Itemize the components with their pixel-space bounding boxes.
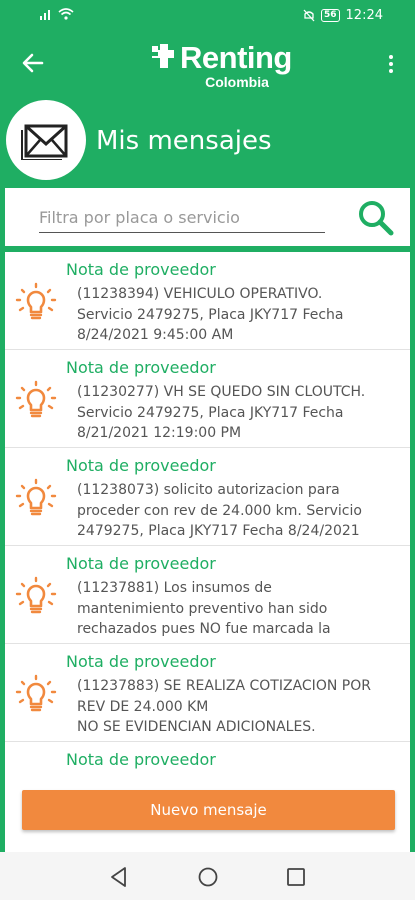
list-item[interactable]: Nota de proveedor (11238073) solicito au…	[5, 448, 410, 546]
lightbulb-icon	[15, 478, 57, 516]
lightbulb-icon	[15, 674, 57, 712]
logo-title: Renting	[180, 40, 292, 75]
status-right: 56 12:24	[303, 8, 383, 23]
renting-logo-mark-icon	[150, 44, 174, 68]
more-vertical-icon	[389, 55, 393, 59]
renting-logo: Renting Colombia	[150, 40, 310, 90]
message-title: Nota de proveedor	[66, 652, 216, 671]
lightbulb-icon	[15, 282, 57, 320]
nav-recents-icon[interactable]	[283, 864, 309, 890]
mute-icon	[303, 9, 315, 22]
message-title: Nota de proveedor	[66, 456, 216, 475]
message-body: (11237883) SE REALIZA COTIZACION POR REV…	[77, 678, 371, 735]
status-bar: 56 12:24	[0, 0, 415, 32]
message-body: (11230277) VH SE QUEDO SIN CLOUTCH. Serv…	[77, 384, 366, 441]
search-icon	[359, 201, 394, 236]
status-time: 12:24	[345, 8, 383, 23]
arrow-left-icon	[22, 53, 44, 73]
status-left	[40, 8, 74, 20]
page-header: Mis mensajes	[0, 94, 415, 186]
app-bar: Renting Colombia	[0, 32, 415, 94]
page-title: Mis mensajes	[96, 126, 272, 156]
message-body: (11237881) Los insumos de mantenimiento …	[77, 580, 331, 637]
system-nav-bar	[0, 852, 415, 900]
new-message-button[interactable]: Nuevo mensaje	[22, 790, 395, 830]
message-title: Nota de proveedor	[66, 554, 216, 573]
messages-list: Nota de proveedor (11238394) VEHICULO OP…	[5, 252, 410, 852]
signal-icon	[40, 10, 50, 20]
search-input[interactable]: Filtra por placa o servicio	[39, 205, 325, 233]
lightbulb-icon	[15, 576, 57, 614]
message-body: (11238073) solicito autorizacion para pr…	[77, 482, 362, 539]
mail-badge	[6, 100, 86, 180]
envelope-icon	[21, 124, 68, 160]
back-button[interactable]	[18, 50, 48, 76]
list-item[interactable]: Nota de proveedor (11237883) SE REALIZA …	[5, 644, 410, 742]
nav-back-icon[interactable]	[106, 864, 132, 890]
message-title: Nota de proveedor	[66, 750, 216, 769]
search-panel: Filtra por placa o servicio	[5, 188, 410, 246]
wifi-icon	[58, 8, 74, 20]
message-body: (11238394) VEHICULO OPERATIVO. Servicio …	[77, 286, 344, 343]
list-item[interactable]: Nota de proveedor (11237881) Los insumos…	[5, 546, 410, 644]
message-title: Nota de proveedor	[66, 260, 216, 279]
list-item[interactable]: Nota de proveedor (11230277) VH SE QUEDO…	[5, 350, 410, 448]
search-button[interactable]	[356, 198, 396, 238]
lightbulb-icon	[15, 380, 57, 418]
logo-subtitle: Colombia	[205, 74, 269, 90]
nav-home-icon[interactable]	[195, 864, 221, 890]
list-item[interactable]: Nota de proveedor (11238394) VEHICULO OP…	[5, 252, 410, 350]
battery-icon: 56	[321, 9, 340, 22]
more-options-button[interactable]	[381, 50, 401, 78]
message-title: Nota de proveedor	[66, 358, 216, 377]
